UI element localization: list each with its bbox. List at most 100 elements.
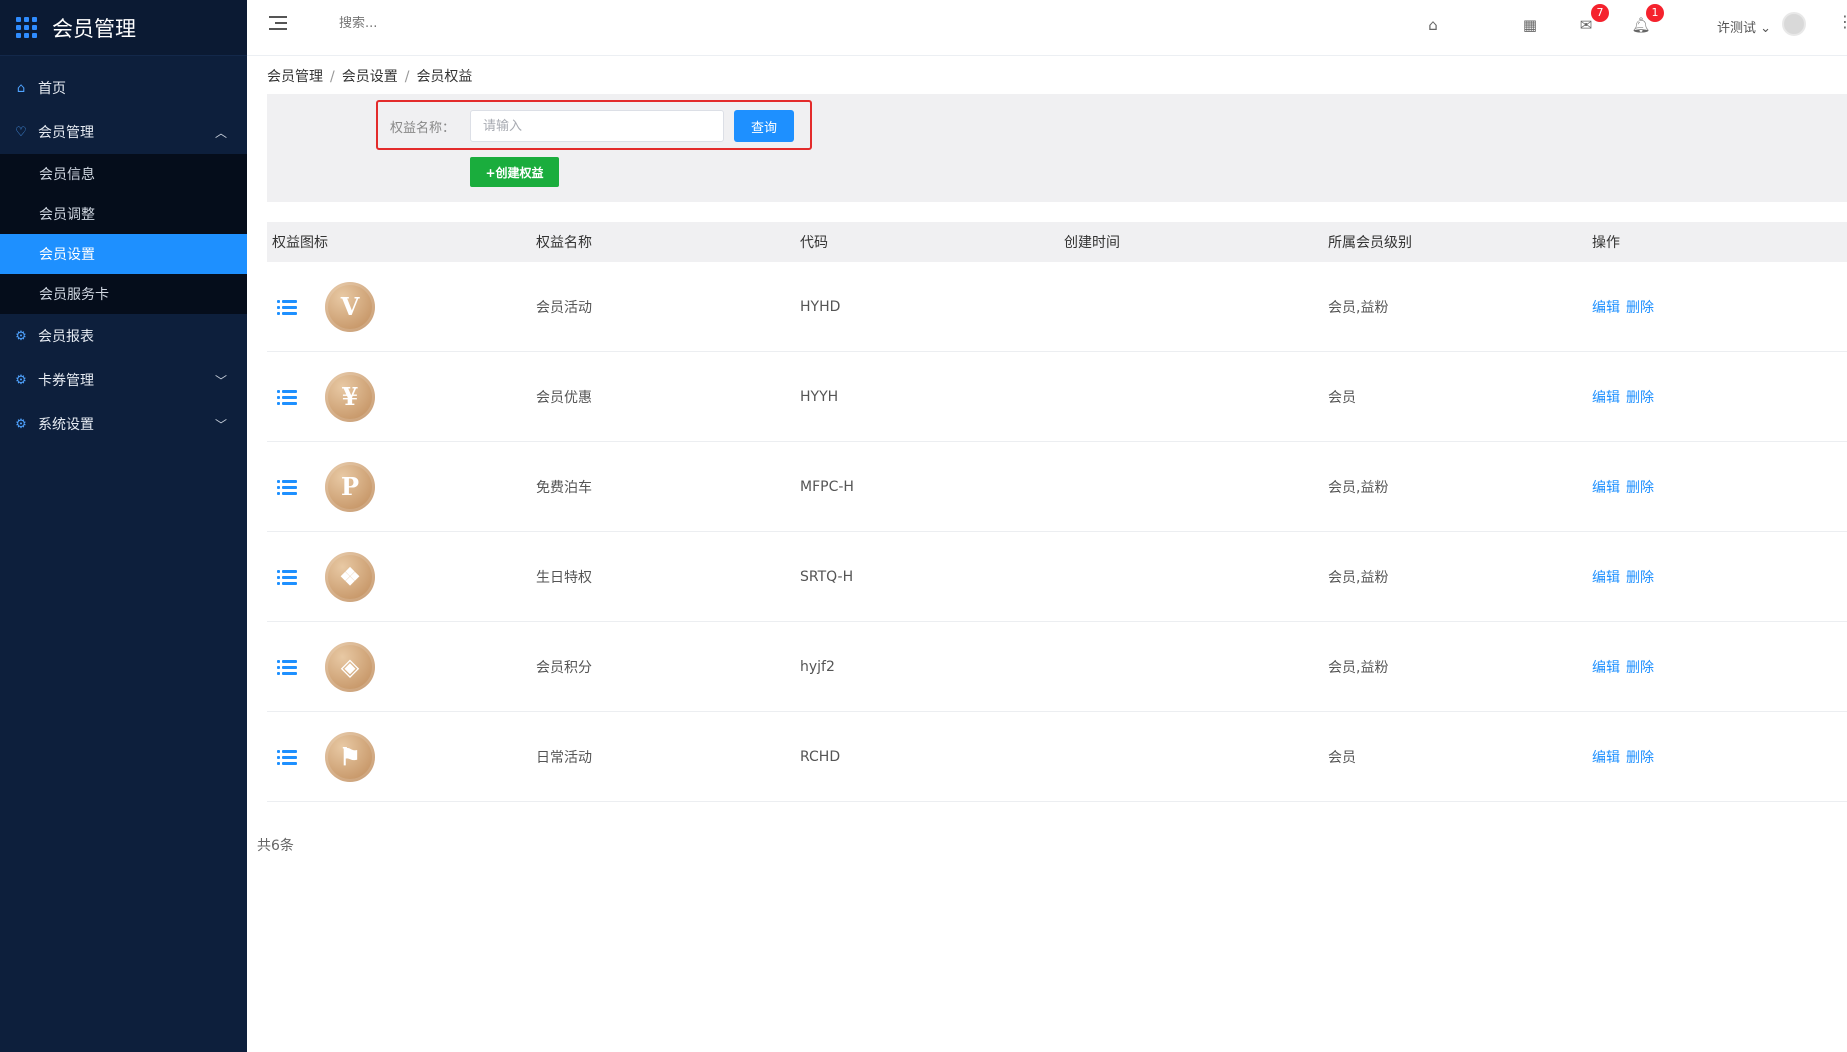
bell-icon[interactable]: 🔔︎ 1	[1631, 4, 1664, 34]
query-button[interactable]: 查询	[734, 110, 794, 142]
sidebar-item-coupon-management[interactable]: ⚙ 卡券管理 ﹀	[0, 358, 247, 402]
benefit-name: 免费泊车	[536, 479, 592, 496]
edit-link[interactable]: 编辑	[1592, 480, 1620, 496]
sidebar-menu: ⌂ 首页 ♡ 会员管理 ︿ 会员信息 会员调整 会员设置 会员服务卡 ⚙ 会员报…	[0, 56, 247, 446]
table-body: V 会员活动 HYHD 会员,益粉 编辑 删除 ¥ 会员优惠 HYYH 会员 编辑…	[267, 262, 1847, 802]
apps-icon[interactable]: ▦	[1521, 16, 1539, 34]
table-row: ¥ 会员优惠 HYYH 会员 编辑 删除	[267, 352, 1847, 442]
benefit-name: 生日特权	[536, 569, 592, 586]
column-header: 创建时间	[1064, 235, 1120, 251]
benefit-name: 会员优惠	[536, 389, 592, 406]
sidebar: 会员管理 ⌂ 首页 ♡ 会员管理 ︿ 会员信息 会员调整 会员设置 会员服务卡 …	[0, 0, 247, 1052]
delete-link[interactable]: 删除	[1626, 660, 1654, 676]
member-levels: 会员,益粉	[1328, 659, 1389, 676]
benefit-code: HYYH	[800, 388, 839, 405]
home-icon[interactable]: ⌂	[1424, 16, 1442, 34]
row-actions: 编辑 删除	[1587, 387, 1847, 407]
report-gear-icon: ⚙	[15, 328, 27, 344]
benefit-icon-cell: P	[267, 461, 531, 512]
points-medal-icon: ◈	[325, 641, 375, 692]
sidebar-item-member-report[interactable]: ⚙ 会员报表	[0, 314, 247, 358]
edit-link[interactable]: 编辑	[1592, 570, 1620, 586]
sidebar-item-member-service-card[interactable]: 会员服务卡	[0, 274, 247, 314]
edit-link[interactable]: 编辑	[1592, 750, 1620, 766]
app-title: 会员管理	[52, 16, 136, 41]
breadcrumb-item[interactable]: 会员管理	[267, 69, 323, 85]
sidebar-item-member-info[interactable]: 会员信息	[0, 154, 247, 194]
user-name-text: 许测试	[1717, 21, 1757, 36]
member-levels: 会员	[1328, 749, 1356, 766]
table-row: ◈ 会员积分 hyjf2 会员,益粉 编辑 删除	[267, 622, 1847, 712]
sidebar-item-member-management[interactable]: ♡ 会员管理 ︿	[0, 110, 247, 154]
delete-link[interactable]: 删除	[1626, 570, 1654, 586]
breadcrumb-separator: /	[330, 69, 335, 85]
drag-list-icon[interactable]	[277, 569, 297, 585]
delete-link[interactable]: 删除	[1626, 750, 1654, 766]
benefit-name: 会员积分	[536, 659, 592, 676]
menu-toggle-icon[interactable]	[269, 16, 287, 30]
benefit-code: SRTQ-H	[800, 568, 854, 585]
sidebar-item-label: 会员报表	[38, 329, 94, 345]
table-header: 权益图标 权益名称 代码 创建时间 所属会员级别 操作	[267, 222, 1847, 262]
apps-grid-icon	[16, 16, 38, 39]
benefit-icon-cell: ¥	[267, 371, 531, 422]
benefit-icon-cell: V	[267, 281, 531, 332]
column-header: 代码	[800, 235, 828, 251]
more-vertical-icon[interactable]: ⋮	[1837, 12, 1847, 31]
delete-link[interactable]: 删除	[1626, 480, 1654, 496]
row-actions: 编辑 删除	[1587, 567, 1847, 587]
sidebar-item-member-adjust[interactable]: 会员调整	[0, 194, 247, 234]
edit-link[interactable]: 编辑	[1592, 390, 1620, 406]
benefits-table: 权益图标 权益名称 代码 创建时间 所属会员级别 操作 V 会员活动 HYHD …	[267, 222, 1847, 802]
benefit-name: 会员活动	[536, 299, 592, 316]
breadcrumb-item[interactable]: 会员设置	[342, 69, 398, 85]
row-actions: 编辑 删除	[1587, 657, 1847, 677]
benefit-name-input[interactable]	[470, 110, 724, 142]
delete-link[interactable]: 删除	[1626, 300, 1654, 316]
breadcrumb-separator: /	[404, 69, 410, 85]
edit-link[interactable]: 编辑	[1592, 300, 1620, 316]
member-levels: 会员,益粉	[1328, 299, 1389, 316]
create-benefit-button[interactable]: +创建权益	[470, 157, 559, 187]
benefit-icon-cell: ◈	[267, 641, 531, 692]
drag-list-icon[interactable]	[277, 749, 297, 765]
total-count: 共6条	[257, 838, 294, 854]
mail-icon[interactable]: ✉ 7	[1577, 4, 1609, 34]
v-medal-icon: V	[325, 281, 375, 332]
drag-list-icon[interactable]	[277, 659, 297, 675]
row-actions: 编辑 删除	[1587, 297, 1847, 317]
sidebar-item-home[interactable]: ⌂ 首页	[0, 66, 247, 110]
benefit-icon-cell: ❖	[267, 551, 531, 602]
delete-link[interactable]: 删除	[1626, 390, 1654, 406]
member-levels: 会员,益粉	[1328, 479, 1389, 496]
app-logo[interactable]: 会员管理	[0, 0, 247, 56]
user-name[interactable]: 许测试 ⌄	[1717, 17, 1771, 36]
sidebar-item-member-settings[interactable]: 会员设置	[0, 234, 247, 274]
bell-badge: 1	[1646, 4, 1664, 22]
member-levels: 会员,益粉	[1328, 569, 1389, 586]
edit-link[interactable]: 编辑	[1592, 660, 1620, 676]
column-header: 操作	[1592, 235, 1620, 251]
benefit-icon-cell: ⚑	[267, 731, 531, 782]
table-row: V 会员活动 HYHD 会员,益粉 编辑 删除	[267, 262, 1847, 352]
drag-list-icon[interactable]	[277, 389, 297, 405]
benefit-code: RCHD	[800, 748, 841, 765]
global-search-input[interactable]	[339, 16, 639, 31]
coupon-gear-icon: ⚙	[15, 372, 27, 388]
drag-list-icon[interactable]	[277, 479, 297, 495]
column-header: 权益名称	[536, 235, 592, 251]
drag-list-icon[interactable]	[277, 299, 297, 315]
chevron-down-icon: ﹀	[214, 374, 227, 388]
table-row: ⚑ 日常活动 RCHD 会员 编辑 删除	[267, 712, 1847, 802]
table-row: P 免费泊车 MFPC-H 会员,益粉 编辑 删除	[267, 442, 1847, 532]
sidebar-item-label: 首页	[38, 81, 66, 97]
chevron-up-icon: ︿	[214, 126, 227, 140]
benefit-code: MFPC-H	[800, 478, 854, 495]
submenu-member-management: 会员信息 会员调整 会员设置 会员服务卡	[0, 154, 247, 314]
benefit-code: HYHD	[800, 298, 841, 315]
sidebar-item-system-settings[interactable]: ⚙ 系统设置 ﹀	[0, 402, 247, 446]
avatar[interactable]	[1782, 12, 1806, 36]
breadcrumb-current: 会员权益	[416, 69, 473, 85]
top-header: ⌂ ▦ ✉ 7 🔔︎ 1 许测试 ⌄ ⋮	[247, 0, 1847, 56]
benefit-code: hyjf2	[800, 658, 835, 675]
